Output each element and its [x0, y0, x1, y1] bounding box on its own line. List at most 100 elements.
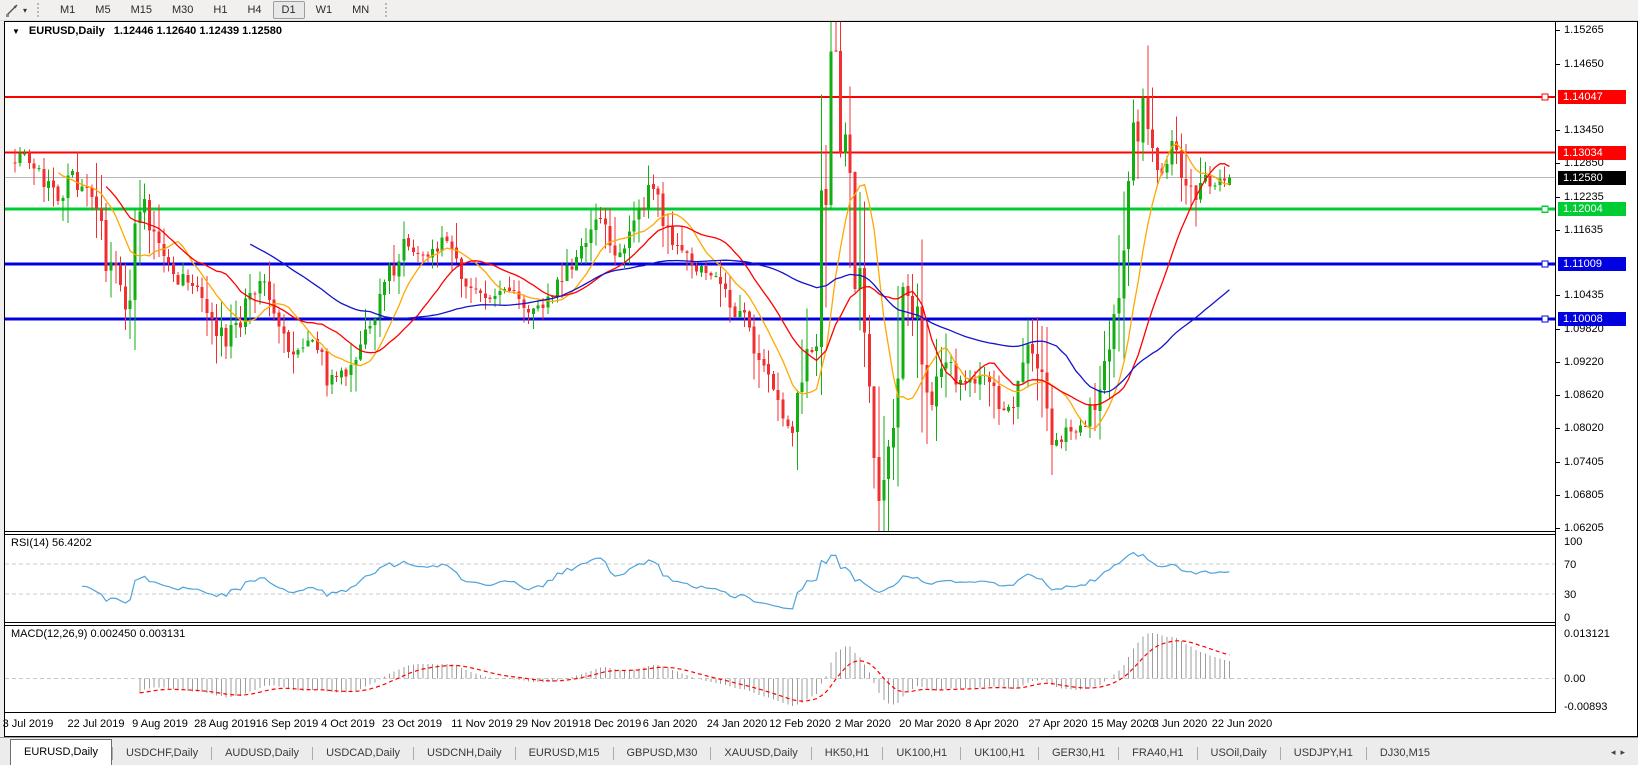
date-axis-label: 22 Jun 2020	[1211, 718, 1273, 730]
chart-tab-gbpusd-m30[interactable]: GBPUSD,M30	[614, 743, 711, 765]
price-tick-label: 1.15265	[1564, 24, 1604, 36]
axis-tick-mark	[1556, 230, 1560, 231]
axis-tick-mark	[1556, 462, 1560, 463]
macd-scale-label: 0.013121	[1564, 628, 1610, 640]
chart-symbol-title: EURUSD,Daily	[28, 25, 105, 37]
timeframe-button-m5[interactable]: M5	[86, 1, 119, 19]
chart-tab-usdjpy-h1[interactable]: USDJPY,H1	[1281, 743, 1366, 765]
hline-price-badge: 1.12004	[1558, 202, 1626, 216]
date-axis-label: 3 Jul 2019	[2, 718, 54, 730]
timeframe-button-m1[interactable]: M1	[51, 1, 84, 19]
date-axis-label: 18 Dec 2019	[578, 718, 642, 730]
chart-title: ▼ EURUSD,Daily 1.12446 1.12640 1.12439 1…	[12, 25, 282, 37]
date-axis-label: 6 Jan 2020	[642, 718, 698, 730]
price-chart-panel[interactable]: ▼ EURUSD,Daily 1.12446 1.12640 1.12439 1…	[5, 0, 1555, 581]
axis-tick-mark	[1556, 395, 1560, 396]
tab-scroll-nav: ◂▸	[1611, 747, 1630, 758]
chart-tab-fra40-h1[interactable]: FRA40,H1	[1119, 743, 1196, 765]
chart-tab-eurusd-daily[interactable]: EURUSD,Daily	[10, 739, 112, 765]
axis-tick-mark	[1556, 197, 1560, 198]
timeframe-button-m30[interactable]: M30	[163, 1, 202, 19]
macd-scale-label: -0.00893	[1564, 701, 1608, 713]
hline-price-badge: 1.10008	[1558, 312, 1626, 326]
macd-panel[interactable]: MACD(12,26,9) 0.002450 0.003131	[5, 625, 1555, 713]
axis-tick-mark	[1556, 428, 1560, 429]
dropdown-caret-icon[interactable]: ▾	[23, 6, 27, 15]
chart-tab-audusd-daily[interactable]: AUDUSD,Daily	[212, 743, 312, 765]
price-tick-label: 1.10435	[1564, 289, 1604, 301]
timeframe-toolbar: ▾ M1 M5 M15 M30 H1 H4 D1 W1 MN	[0, 0, 1638, 21]
date-axis-label: 11 Nov 2019	[451, 718, 513, 730]
price-tick-label: 1.07405	[1564, 456, 1604, 468]
date-axis-label: 8 Apr 2020	[965, 718, 1019, 730]
price-chart-canvas[interactable]	[5, 0, 1555, 581]
tab-scroll-right-icon[interactable]: ▸	[1620, 747, 1630, 757]
price-tick-label: 1.06805	[1564, 489, 1604, 501]
chart-tab-ger30-h1[interactable]: GER30,H1	[1039, 743, 1118, 765]
chart-window: ▼ EURUSD,Daily 1.12446 1.12640 1.12439 1…	[2, 0, 1638, 737]
timeframe-button-m15[interactable]: M15	[122, 1, 161, 19]
chart-tab-uk100-h1[interactable]: UK100,H1	[883, 743, 960, 765]
rsi-scale-label: 100	[1564, 536, 1583, 548]
date-axis-label: 20 Mar 2020	[899, 718, 961, 730]
timeframe-button-d1[interactable]: D1	[272, 1, 305, 19]
line-tool-button[interactable]: ▾	[0, 0, 31, 20]
date-axis-label: 29 Nov 2019	[515, 718, 579, 730]
current-price-badge: 1.12580	[1558, 171, 1626, 185]
hline-price-badge: 1.13034	[1558, 146, 1626, 160]
date-axis[interactable]: 3 Jul 2019 22 Jul 2019 9 Aug 2019 28 Aug 20…	[2, 713, 1555, 736]
date-axis-label: 3 Jun 2020	[1152, 718, 1208, 730]
date-axis-label: 16 Sep 2019	[255, 718, 319, 730]
price-tick-label: 1.08620	[1564, 389, 1604, 401]
date-axis-label: 4 Oct 2019	[321, 718, 375, 730]
rsi-scale-label: 0	[1564, 612, 1571, 624]
axis-tick-mark	[1556, 64, 1560, 65]
macd-chart-canvas	[5, 626, 1555, 717]
timeframe-button-mn[interactable]: MN	[343, 1, 378, 19]
price-tick-label: 1.08020	[1564, 422, 1604, 434]
price-tick-label: 1.14650	[1564, 58, 1604, 70]
axis-tick-mark	[1556, 30, 1560, 31]
axis-tick-mark	[1556, 130, 1560, 131]
date-axis-label: 22 Jul 2019	[67, 718, 125, 730]
toolbar-grip	[37, 3, 43, 17]
chart-tab-usoil-daily[interactable]: USOil,Daily	[1198, 743, 1280, 765]
rsi-panel[interactable]: RSI(14) 56.4202	[5, 534, 1555, 623]
date-axis-label: 23 Oct 2019	[382, 718, 442, 730]
chart-tab-usdcnh-daily[interactable]: USDCNH,Daily	[414, 743, 515, 765]
price-axis[interactable]: 1.15265 1.14650 1.13450 1.12850 1.12235 1.116…	[1556, 22, 1637, 713]
hline-price-badge: 1.14047	[1558, 90, 1626, 104]
timeframe-button-h4[interactable]: H4	[238, 1, 270, 19]
axis-tick-mark	[1556, 362, 1560, 363]
date-axis-label: 2 Mar 2020	[835, 718, 891, 730]
timeframe-button-h1[interactable]: H1	[204, 1, 236, 19]
macd-scale-label: 0.00	[1564, 673, 1586, 685]
chart-tab-usdchf-daily[interactable]: USDCHF,Daily	[113, 743, 211, 765]
timeframe-button-w1[interactable]: W1	[307, 1, 342, 19]
axis-tick-mark	[1556, 329, 1560, 330]
rsi-indicator-label: RSI(14) 56.4202	[11, 537, 92, 549]
hline-price-badge: 1.11009	[1558, 257, 1626, 271]
date-axis-label: 28 Aug 2019	[194, 718, 256, 730]
date-axis-label: 12 Feb 2020	[769, 718, 831, 730]
chart-tab-hk50-h1[interactable]: HK50,H1	[812, 743, 883, 765]
timeframe-buttons: M1 M5 M15 M30 H1 H4 D1 W1 MN	[50, 0, 379, 20]
axis-tick-mark	[1556, 163, 1560, 164]
chart-tab-eurusd-m15[interactable]: EURUSD,M15	[516, 743, 613, 765]
chart-tab-xauusd-daily[interactable]: XAUUSD,Daily	[711, 743, 810, 765]
chart-collapse-icon[interactable]: ▼	[12, 27, 20, 36]
price-tick-label: 1.06205	[1564, 522, 1604, 534]
price-tick-label: 1.11635	[1564, 224, 1603, 236]
price-tick-label: 1.13450	[1564, 124, 1604, 136]
macd-indicator-label: MACD(12,26,9) 0.002450 0.003131	[11, 628, 186, 640]
chart-ohlc-values: 1.12446 1.12640 1.12439 1.12580	[113, 25, 282, 37]
axis-tick-mark	[1556, 295, 1560, 296]
chart-tab-uk100-h1[interactable]: UK100,H1	[961, 743, 1038, 765]
date-axis-label: 27 Apr 2020	[1028, 718, 1088, 730]
chart-tabs: EURUSD,Daily USDCHF,Daily AUDUSD,Daily USDC…	[0, 738, 1443, 765]
axis-tick-mark	[1556, 528, 1560, 529]
rsi-scale-label: 30	[1564, 589, 1577, 601]
date-axis-label: 15 May 2020	[1091, 718, 1155, 730]
chart-tab-usdcad-daily[interactable]: USDCAD,Daily	[313, 743, 413, 765]
chart-tab-dj30-m15[interactable]: DJ30,M15	[1367, 743, 1443, 765]
